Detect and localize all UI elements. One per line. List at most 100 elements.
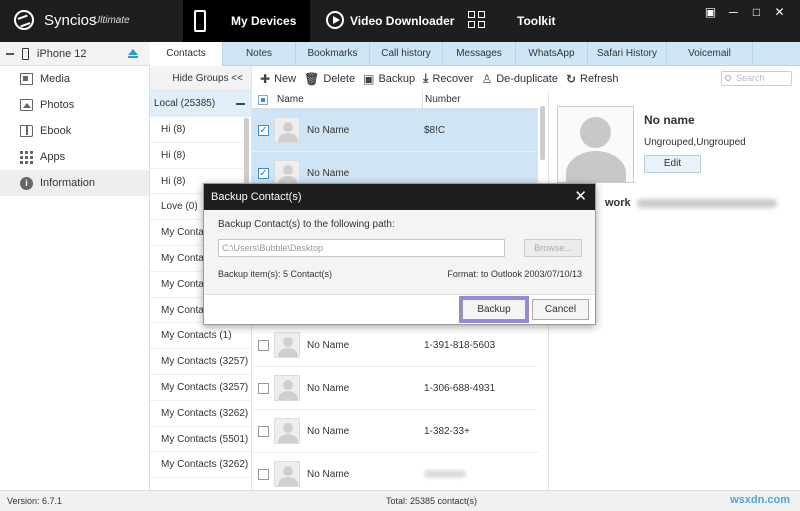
cancel-button[interactable]: Cancel bbox=[532, 299, 589, 320]
information-icon: i bbox=[20, 177, 33, 190]
row-checkbox[interactable]: ✓ bbox=[258, 125, 269, 136]
tab-bookmarks[interactable]: Bookmarks bbox=[296, 42, 370, 66]
person-icon: ♙ bbox=[481, 71, 493, 86]
group-item[interactable]: My Contacts (5501) bbox=[150, 427, 251, 453]
group-local[interactable]: Local (25385) bbox=[150, 91, 251, 117]
tab-messages[interactable]: Messages bbox=[443, 42, 516, 66]
sidebar-item-information[interactable]: i Information bbox=[0, 170, 149, 196]
column-number-header[interactable]: Number bbox=[422, 91, 461, 109]
group-item[interactable]: My Contacts (3257) bbox=[150, 375, 251, 401]
refresh-button[interactable]: ↻ Refresh bbox=[566, 72, 619, 86]
recover-label: Recover bbox=[432, 72, 474, 85]
download-icon: ⤓ bbox=[423, 71, 429, 85]
delete-label: Delete bbox=[323, 72, 356, 85]
row-checkbox[interactable] bbox=[258, 340, 269, 351]
contacts-toolbar: ✚ New 🗑 Delete ▣ Backup ⤓ Recover ♙ De-d… bbox=[252, 66, 800, 91]
device-selector[interactable]: iPhone 12 bbox=[0, 42, 150, 66]
delete-button[interactable]: 🗑 Delete bbox=[304, 72, 355, 86]
sidebar-item-label: Media bbox=[40, 73, 70, 85]
tab-notes[interactable]: Notes bbox=[223, 42, 296, 66]
new-label: New bbox=[274, 72, 297, 85]
contact-avatar bbox=[274, 332, 300, 358]
watermark: wsxdn.com bbox=[730, 494, 790, 506]
browse-button[interactable]: Browse... bbox=[524, 239, 582, 257]
contact-number: 1-382-33+ bbox=[424, 426, 470, 437]
path-label: Backup Contact(s) to the following path: bbox=[218, 219, 395, 230]
new-button[interactable]: ✚ New bbox=[260, 72, 296, 86]
tab-contacts[interactable]: Contacts bbox=[150, 42, 223, 66]
deduplicate-button[interactable]: ♙ De-duplicate bbox=[481, 72, 558, 86]
select-all-checkbox[interactable] bbox=[258, 95, 268, 105]
column-name-header[interactable]: Name bbox=[277, 94, 304, 105]
dialog-footer: Backup Cancel bbox=[204, 294, 595, 324]
group-item[interactable]: My Contacts (3262) bbox=[150, 401, 251, 427]
nav-toolkit[interactable]: Toolkit bbox=[466, 0, 555, 42]
minimize-icon[interactable]: ─ bbox=[727, 6, 740, 19]
contact-row[interactable]: No Name 1-391-818-5603 bbox=[252, 324, 538, 367]
contacts-scrollbar[interactable] bbox=[540, 106, 545, 160]
content-tabs: Contacts Notes Bookmarks Call history Me… bbox=[150, 42, 800, 66]
contact-avatar bbox=[274, 117, 300, 143]
row-checkbox[interactable] bbox=[258, 426, 269, 437]
backup-label: Backup bbox=[378, 72, 416, 85]
collapse-icon[interactable] bbox=[6, 53, 14, 55]
sidebar-item-label: Apps bbox=[40, 151, 66, 163]
tab-safari-history[interactable]: Safari History bbox=[588, 42, 667, 66]
sidebar-item-apps[interactable]: Apps bbox=[0, 144, 149, 170]
row-checkbox[interactable] bbox=[258, 383, 269, 394]
group-item[interactable]: Hi (8) bbox=[150, 117, 251, 143]
photos-icon bbox=[20, 99, 33, 111]
backup-items-count: Backup item(s): 5 Contact(s) bbox=[218, 269, 333, 279]
backup-toolbar-button[interactable]: ▣ Backup bbox=[363, 72, 415, 86]
row-checkbox[interactable] bbox=[258, 469, 269, 480]
row-checkbox[interactable]: ✓ bbox=[258, 168, 269, 179]
sidebar-item-photos[interactable]: Photos bbox=[0, 92, 149, 118]
path-input[interactable]: C:\Users\Bubble\Desktop bbox=[218, 239, 505, 257]
sidebar-item-ebook[interactable]: Ebook bbox=[0, 118, 149, 144]
status-bar: Version: 6.7.1 Total: 25385 contact(s) w… bbox=[0, 490, 800, 511]
nav-my-devices[interactable]: My Devices bbox=[183, 0, 310, 42]
search-input[interactable]: Search bbox=[721, 71, 792, 86]
detail-work-label: work bbox=[605, 197, 631, 209]
toolkit-grid-icon bbox=[468, 11, 486, 29]
nav-video-downloader[interactable]: Video Downloader bbox=[326, 0, 454, 42]
contact-name: No Name bbox=[307, 340, 350, 351]
detail-groups: Ungrouped,Ungrouped bbox=[644, 137, 746, 148]
backup-icon: ▣ bbox=[363, 71, 375, 86]
contact-photo bbox=[557, 106, 634, 183]
phone-icon bbox=[194, 10, 206, 32]
search-icon bbox=[725, 75, 731, 81]
close-icon[interactable]: ✕ bbox=[574, 184, 587, 210]
contact-row[interactable]: ✓ No Name $8!C bbox=[252, 109, 538, 152]
contact-avatar bbox=[274, 418, 300, 444]
group-item[interactable]: My Contacts (3257) bbox=[150, 349, 251, 375]
backup-format: Format: to Outlook 2003/07/10/13 bbox=[447, 269, 582, 279]
sidebar-item-label: Information bbox=[40, 177, 96, 189]
eject-icon[interactable] bbox=[128, 49, 138, 58]
contact-name: No Name bbox=[307, 168, 350, 179]
close-window-icon[interactable]: ✕ bbox=[773, 6, 786, 19]
contact-row[interactable]: No Name 1-306-688-4931 bbox=[252, 367, 538, 410]
group-item[interactable]: My Contacts (1) bbox=[150, 323, 251, 350]
maximize-icon[interactable]: □ bbox=[750, 6, 763, 19]
dialog-title-bar: Backup Contact(s) ✕ bbox=[204, 184, 595, 210]
tab-whatsapp[interactable]: WhatsApp bbox=[516, 42, 588, 66]
edit-button[interactable]: Edit bbox=[644, 155, 701, 173]
recover-button[interactable]: ⤓ Recover bbox=[423, 71, 473, 86]
tab-call-history[interactable]: Call history bbox=[370, 42, 443, 66]
group-item[interactable]: My Contacts (3262) bbox=[150, 452, 251, 479]
hide-groups-button[interactable]: Hide Groups << bbox=[150, 66, 251, 91]
brand-name: Syncios bbox=[44, 12, 97, 29]
contact-row[interactable]: No Name 1-382-33+ bbox=[252, 410, 538, 453]
contact-avatar bbox=[274, 461, 300, 487]
sidebar: Media Photos Ebook Apps i Information bbox=[0, 66, 150, 490]
dialog-body: Backup Contact(s) to the following path:… bbox=[204, 210, 595, 294]
play-icon bbox=[326, 11, 344, 29]
backup-button[interactable]: Backup bbox=[462, 299, 526, 320]
blurred-email bbox=[637, 199, 777, 208]
tab-voicemail[interactable]: Voicemail bbox=[667, 42, 753, 66]
nav-my-devices-label: My Devices bbox=[231, 14, 297, 28]
sidebar-item-media[interactable]: Media bbox=[0, 66, 149, 92]
group-item[interactable]: Hi (8) bbox=[150, 143, 251, 169]
feedback-icon[interactable]: ▣ bbox=[704, 6, 717, 19]
